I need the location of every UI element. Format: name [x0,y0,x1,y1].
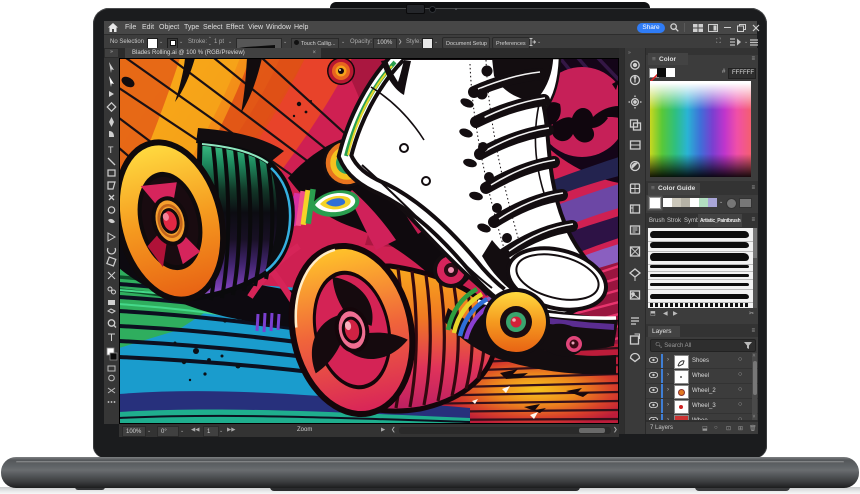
svg-text:T: T [108,145,114,155]
